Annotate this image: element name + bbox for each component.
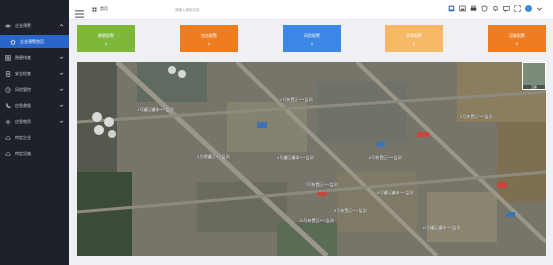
map-marker-label[interactable]: 2号装置区****监测 bbox=[280, 97, 312, 103]
menu-toggle-icon[interactable] bbox=[75, 5, 84, 18]
screen-icon[interactable] bbox=[448, 5, 455, 12]
grid-icon bbox=[5, 54, 11, 61]
stat-card-value: 0 bbox=[412, 41, 416, 46]
chevron-down-icon bbox=[59, 119, 64, 124]
eye-icon bbox=[5, 23, 11, 29]
fullscreen-icon[interactable] bbox=[514, 5, 521, 12]
sidebar-item-label: 风险管控 bbox=[15, 86, 31, 92]
map-marker-label[interactable]: 4号储罐区****监测 bbox=[197, 154, 229, 160]
stat-card-value: 1 bbox=[104, 41, 108, 46]
stat-card-value: 0 bbox=[515, 41, 519, 46]
sidebar-item-special-facility[interactable]: 特定设施 bbox=[0, 147, 69, 160]
home-icon bbox=[10, 39, 16, 45]
stat-card-title: 隐患报警 bbox=[98, 33, 114, 38]
map-type-switch[interactable]: 卫星 bbox=[522, 62, 546, 90]
map-marker-label[interactable]: 1号罐区罐体****监测 bbox=[137, 107, 173, 113]
map-marker-label[interactable]: 3号装置区****监测 bbox=[460, 114, 492, 120]
print-icon[interactable] bbox=[470, 5, 477, 12]
map-marker-label[interactable]: 9号装置区****监测 bbox=[334, 208, 366, 214]
stat-card-title: 异常报警 bbox=[406, 33, 422, 38]
breadcrumb-home[interactable]: 首页 bbox=[100, 6, 108, 12]
sidebar: 企业预警 企业预警首页 隐患排查 安全检查 风险管控 应急救援 应急物资 特定企… bbox=[0, 0, 69, 265]
sidebar-item-warning[interactable]: 企业预警 bbox=[0, 19, 69, 32]
sidebar-item-label: 企业预警 bbox=[15, 22, 31, 28]
map-type-label: 卫星 bbox=[523, 85, 545, 89]
map-marker-label[interactable]: 6号装置区****监测 bbox=[369, 155, 401, 161]
sidebar-item-label: 隐患排查 bbox=[15, 54, 31, 60]
cloud-icon bbox=[5, 135, 11, 141]
gear-icon bbox=[5, 118, 11, 125]
sidebar-item-label: 应急救援 bbox=[15, 102, 31, 108]
map-marker-label[interactable]: 10号装置区****监测 bbox=[299, 218, 334, 224]
sidebar-item-special-enterprise[interactable]: 特定企业 bbox=[0, 131, 69, 144]
sidebar-item-hazard[interactable]: 隐患排查 bbox=[0, 51, 69, 64]
map-marker-label[interactable]: 7号装置区****监测 bbox=[305, 182, 337, 188]
bell-icon[interactable] bbox=[492, 5, 499, 12]
grid-icon bbox=[92, 7, 97, 12]
stat-card-risk[interactable]: 风险报警 0 bbox=[283, 25, 341, 52]
sidebar-item-label: 企业预警首页 bbox=[20, 38, 44, 44]
stat-card-hazard[interactable]: 隐患报警 1 bbox=[77, 25, 135, 52]
stat-card-value: 1 bbox=[207, 41, 211, 46]
sidebar-item-inspection[interactable]: 安全检查 bbox=[0, 67, 69, 80]
stat-card-abnormal[interactable]: 异常报警 0 bbox=[385, 25, 443, 52]
clock-icon bbox=[5, 86, 11, 93]
map-marker-label[interactable]: 5号罐区罐体****监测 bbox=[277, 155, 313, 161]
chevron-down-icon bbox=[59, 71, 64, 76]
sidebar-item-supplies[interactable]: 应急物资 bbox=[0, 115, 69, 128]
chevron-down-icon[interactable] bbox=[536, 5, 543, 12]
stat-card-violation[interactable]: 违法报警 1 bbox=[180, 25, 238, 52]
chevron-down-icon bbox=[59, 87, 64, 92]
toolbar-icons bbox=[448, 5, 543, 12]
sidebar-item-rescue[interactable]: 应急救援 bbox=[0, 99, 69, 112]
stat-card-title: 违法报警 bbox=[201, 33, 217, 38]
stat-card-title: 风险报警 bbox=[304, 33, 320, 38]
sidebar-item-label: 特定设施 bbox=[15, 150, 31, 156]
top-bar: 首页 bbox=[69, 0, 553, 20]
map-marker-label[interactable]: 8号罐区罐体****监测 bbox=[377, 190, 413, 196]
cloud-icon bbox=[5, 151, 11, 157]
shield-icon[interactable] bbox=[481, 5, 488, 12]
stat-card-title: 设备报警 bbox=[509, 33, 525, 38]
satellite-map[interactable]: 1号罐区罐体****监测 2号装置区****监测 3号装置区****监测 4号储… bbox=[77, 62, 546, 256]
message-icon[interactable] bbox=[503, 5, 510, 12]
sidebar-item-risk[interactable]: 风险管控 bbox=[0, 83, 69, 96]
sidebar-item-label: 安全检查 bbox=[15, 70, 31, 76]
sidebar-item-label: 特定企业 bbox=[15, 134, 31, 140]
avatar[interactable] bbox=[525, 5, 532, 12]
chevron-down-icon bbox=[59, 55, 64, 60]
breadcrumb[interactable]: 首页 bbox=[92, 6, 108, 12]
search-input[interactable] bbox=[175, 5, 255, 14]
stat-card-equipment[interactable]: 设备报警 0 bbox=[488, 25, 546, 52]
document-icon bbox=[5, 70, 11, 77]
chevron-down-icon bbox=[59, 103, 64, 108]
map-marker-label[interactable]: 11号罐区罐体****监测 bbox=[422, 225, 460, 231]
stat-card-value: 0 bbox=[310, 41, 314, 46]
chevron-up-icon bbox=[59, 23, 64, 28]
sidebar-item-label: 应急物资 bbox=[15, 118, 31, 124]
image-icon[interactable] bbox=[459, 5, 466, 12]
phone-icon bbox=[5, 103, 11, 109]
sidebar-item-warning-home[interactable]: 企业预警首页 bbox=[0, 35, 69, 48]
